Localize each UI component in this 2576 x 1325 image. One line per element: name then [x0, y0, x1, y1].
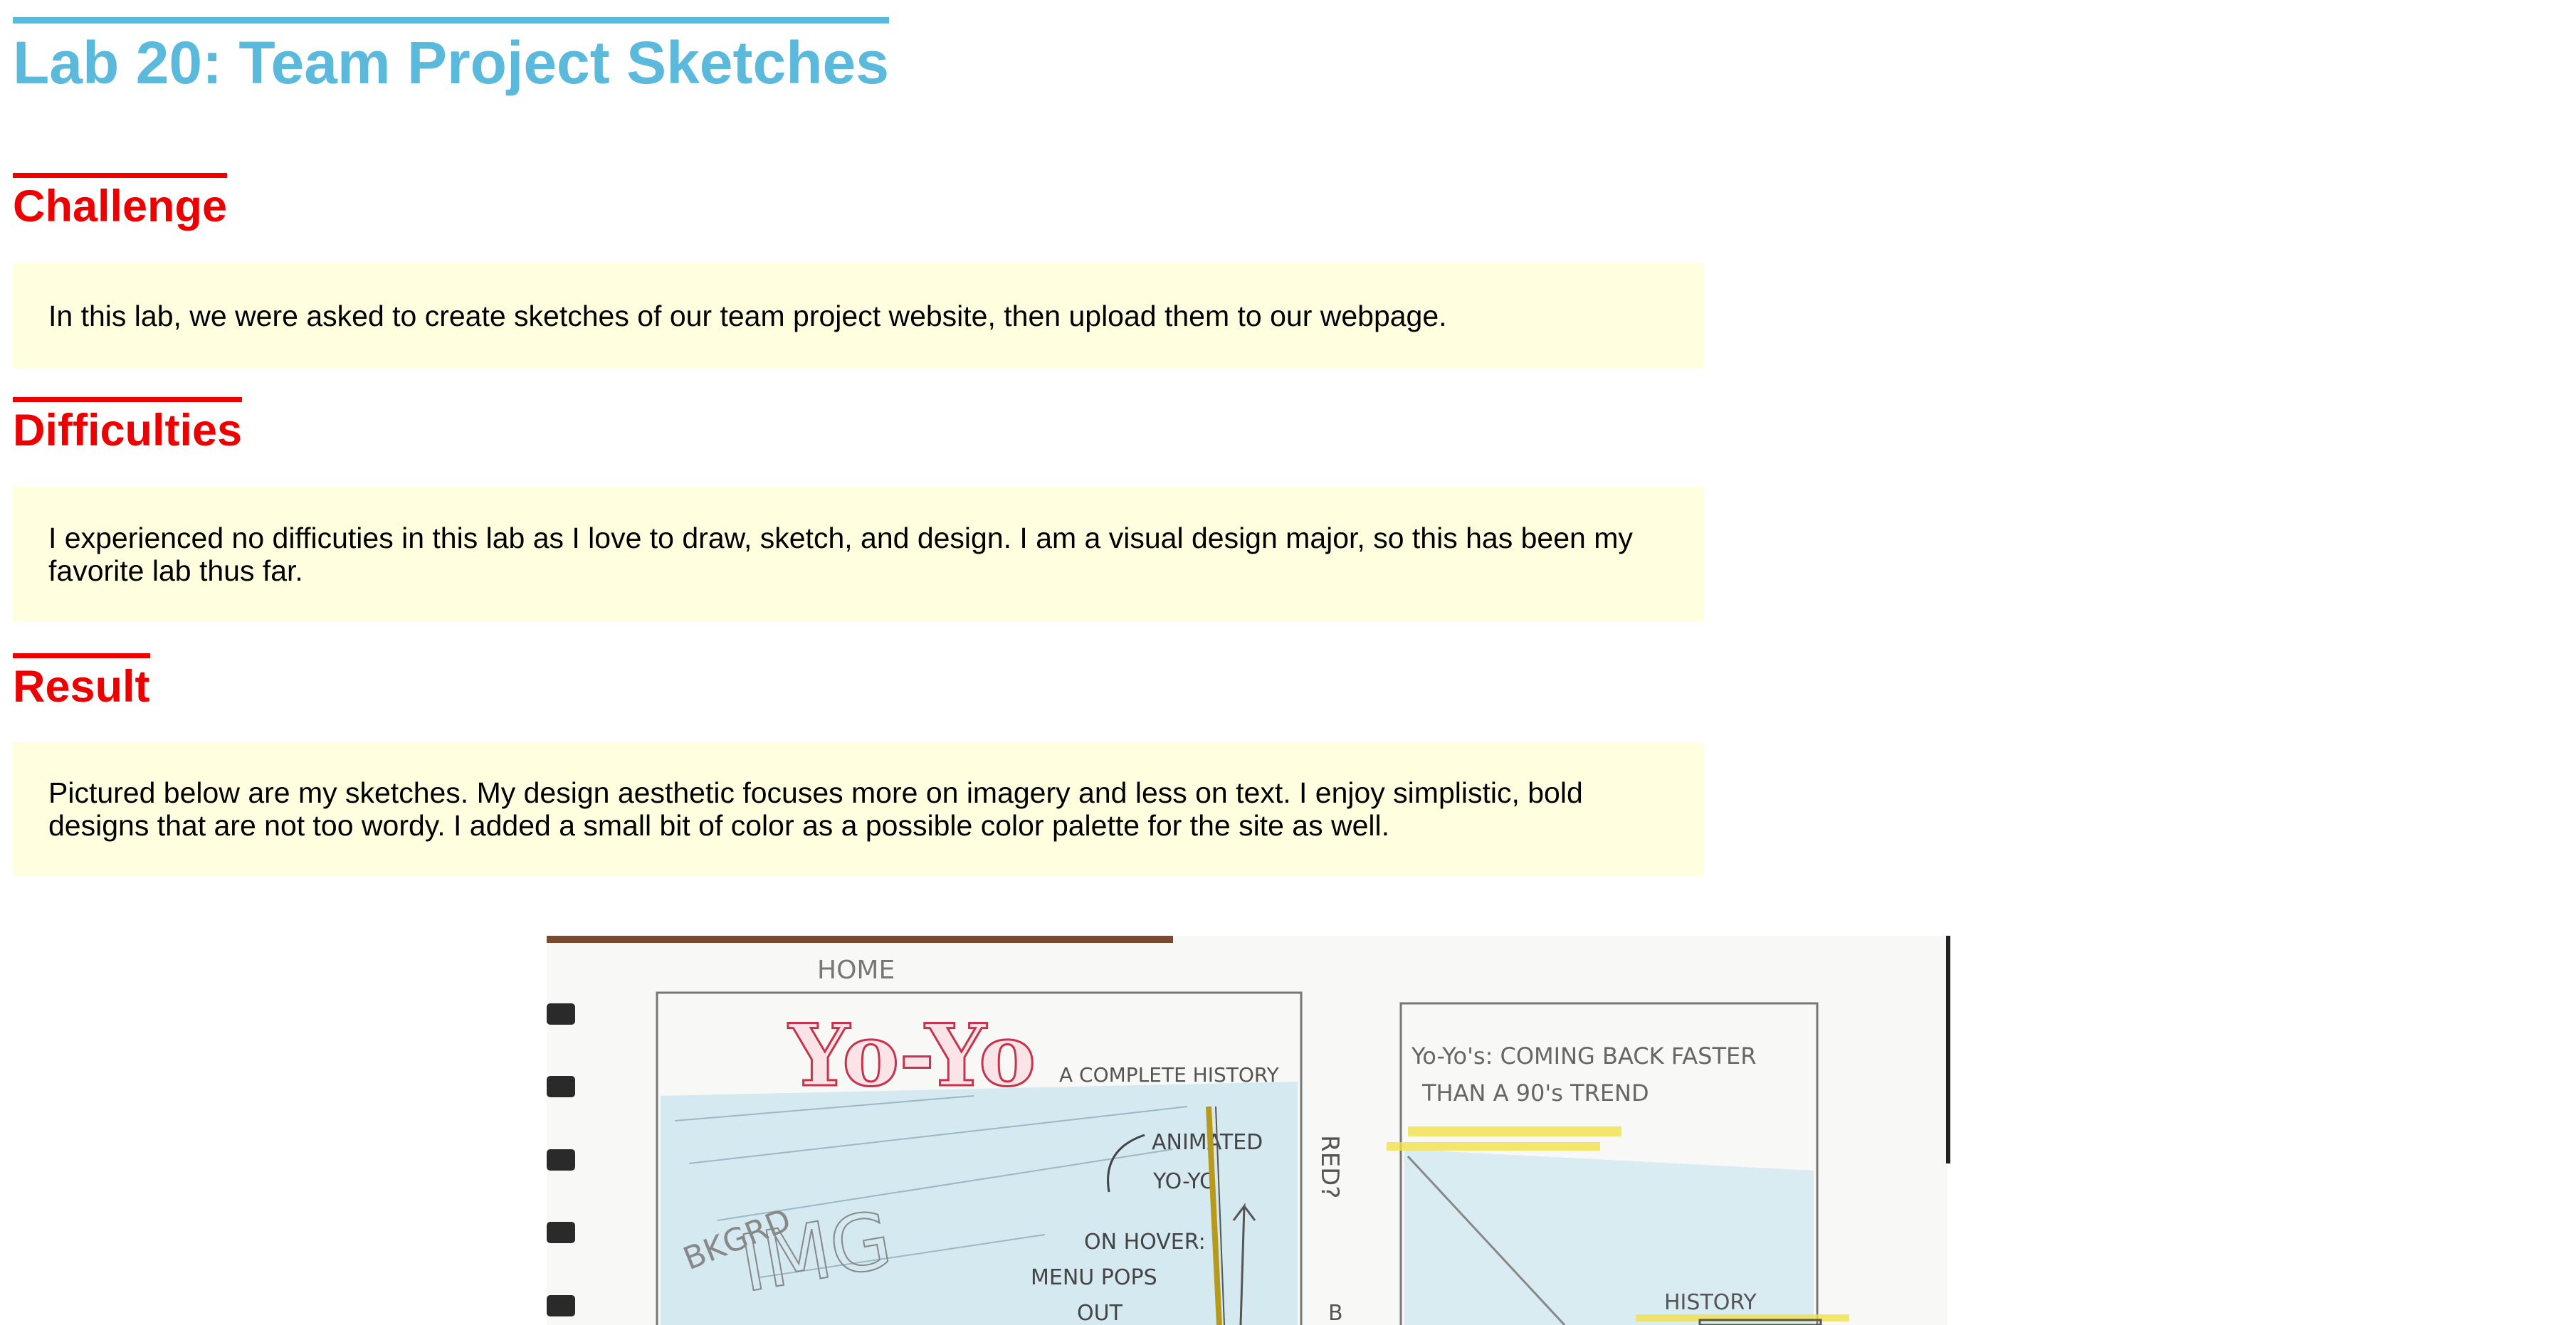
sketch-image: HOME Yo-Yo A COMPLETE HISTORY BKGRD IMG … [547, 936, 1972, 1325]
lab-page: Lab 20: Team Project Sketches Challenge … [0, 0, 2576, 1325]
page-title: Lab 20: Team Project Sketches [13, 17, 889, 102]
right-heading-1: Yo-Yo's: COMING BACK FASTER [1411, 1042, 1756, 1070]
highlight-bar-1 [1408, 1126, 1621, 1136]
logo-sketch: Yo-Yo [787, 1005, 1036, 1106]
menu-pops-label: MENU POPS [1031, 1265, 1157, 1290]
challenge-box: In this lab, we were asked to create ske… [13, 263, 1704, 369]
yoyo-label: YO-YO [1152, 1169, 1216, 1194]
challenge-heading: Challenge [13, 173, 228, 235]
difficulties-heading: Difficulties [13, 397, 243, 459]
on-hover-label: ON HOVER: [1084, 1230, 1206, 1255]
challenge-text: In this lab, we were asked to create ske… [48, 300, 1447, 332]
result-box: Pictured below are my sketches. My desig… [13, 742, 1704, 876]
out-label: OUT [1077, 1301, 1123, 1325]
logo-tagline: A COMPLETE HISTORY [1059, 1063, 1280, 1087]
difficulties-box: I experienced no difficuties in this lab… [13, 487, 1704, 622]
sketchbook-margin [1947, 936, 1972, 1325]
result-text: Pictured below are my sketches. My desig… [48, 776, 1583, 842]
home-label: HOME [817, 956, 895, 985]
result-heading: Result [13, 653, 150, 715]
red-label: RED? [1315, 1135, 1344, 1198]
sketchbook-edge [547, 936, 1173, 943]
sketchbook-right-edge [1946, 936, 1950, 1163]
sketch-drawing: HOME Yo-Yo A COMPLETE HISTORY BKGRD IMG … [547, 936, 1972, 1325]
right-heading-2: THAN A 90's TREND [1421, 1079, 1649, 1107]
b-label: B [1328, 1301, 1343, 1325]
history-label: HISTORY [1664, 1290, 1757, 1315]
difficulties-text: I experienced no difficuties in this lab… [48, 522, 1633, 587]
highlight-bar-2 [1387, 1142, 1600, 1151]
